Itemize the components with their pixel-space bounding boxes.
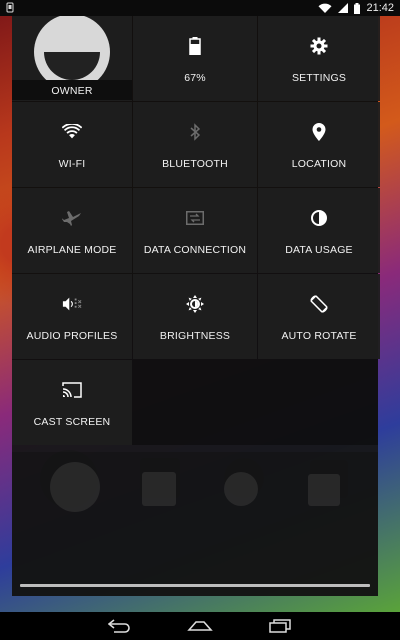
home-app-icon <box>224 472 258 506</box>
brightness-label: BRIGHTNESS <box>159 330 231 342</box>
airplane-mode-label: AIRPLANE MODE <box>27 244 117 256</box>
data-connection-tile[interactable]: DATA CONNECTION <box>133 188 257 273</box>
settings-tile[interactable]: SETTINGS <box>258 16 380 101</box>
cast-screen-tile[interactable]: CAST SCREEN <box>12 360 132 445</box>
bluetooth-label: BLUETOOTH <box>162 158 228 170</box>
airplane-icon <box>62 208 82 228</box>
auto-rotate-tile[interactable]: AUTO ROTATE <box>258 274 380 359</box>
back-button[interactable] <box>105 616 135 636</box>
audio-profiles-label: AUDIO PROFILES <box>26 330 118 342</box>
battery-label: 67% <box>184 72 206 84</box>
location-pin-icon <box>309 122 329 142</box>
home-button[interactable] <box>185 616 215 636</box>
data-usage-tile[interactable]: DATA USAGE <box>258 188 380 273</box>
gear-icon <box>309 36 329 56</box>
settings-label: SETTINGS <box>291 72 347 84</box>
home-app-icon <box>50 462 100 512</box>
data-connection-icon <box>185 208 205 228</box>
home-icon <box>187 621 213 631</box>
data-connection-label: DATA CONNECTION <box>143 244 247 256</box>
home-app-icon <box>142 472 176 506</box>
panel-drag-handle[interactable] <box>20 584 370 587</box>
avatar <box>34 14 110 90</box>
speaker-icon <box>62 294 82 314</box>
recents-button[interactable] <box>265 616 295 636</box>
quick-settings-panel: OWNER 67% SETTINGS WI-FI BLUETOOTH LOCAT… <box>12 14 380 596</box>
quick-settings-grid: OWNER 67% SETTINGS WI-FI BLUETOOTH LOCAT… <box>12 14 380 445</box>
status-time: 21:42 <box>366 2 394 14</box>
owner-tile[interactable]: OWNER <box>12 14 132 101</box>
wifi-icon <box>62 122 82 142</box>
data-usage-label: DATA USAGE <box>285 244 353 256</box>
auto-rotate-label: AUTO ROTATE <box>281 330 357 342</box>
brightness-tile[interactable]: BRIGHTNESS <box>133 274 257 359</box>
cast-screen-label: CAST SCREEN <box>33 416 111 428</box>
back-icon <box>108 619 130 633</box>
airplane-mode-tile[interactable]: AIRPLANE MODE <box>12 188 132 273</box>
battery-icon <box>354 2 361 14</box>
brightness-icon <box>185 294 205 314</box>
owner-label: OWNER <box>51 85 93 97</box>
bluetooth-tile[interactable]: BLUETOOTH <box>133 102 257 187</box>
battery-icon <box>185 36 205 56</box>
home-app-icon <box>308 474 340 506</box>
data-usage-icon <box>309 208 329 228</box>
battery-tile[interactable]: 67% <box>133 16 257 101</box>
signal-icon <box>338 2 349 14</box>
location-tile[interactable]: LOCATION <box>258 102 380 187</box>
navigation-bar <box>0 612 400 640</box>
cast-icon <box>62 380 82 400</box>
wifi-tile[interactable]: WI-FI <box>12 102 132 187</box>
notification-icon <box>6 2 14 16</box>
status-bar: 21:42 <box>0 0 400 16</box>
dimmed-home-screen <box>12 452 378 596</box>
wifi-icon <box>318 3 332 14</box>
audio-profiles-tile[interactable]: AUDIO PROFILES <box>12 274 132 359</box>
recents-icon <box>269 619 291 633</box>
wifi-label: WI-FI <box>58 158 86 170</box>
rotate-icon <box>309 294 329 314</box>
location-label: LOCATION <box>291 158 347 170</box>
bluetooth-icon <box>185 122 205 142</box>
